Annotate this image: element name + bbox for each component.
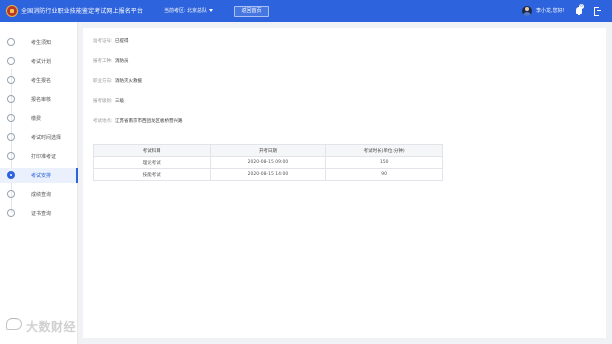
field-label: 报考级别:: [93, 99, 113, 104]
sidebar-item-review[interactable]: 报名审核: [0, 92, 78, 107]
sidebar: 考生须知 考试计划 考生报名 报名审核 缴费 考试时间选择 打印准考证 考试安排…: [0, 22, 78, 344]
top-bar: 全国消防行业职业技能鉴定考试网上报名平台 当前考区: 北京总队 返回首页 李小龙…: [0, 0, 612, 22]
column-header-duration: 考试时长(单位:分钟): [325, 144, 443, 157]
user-greeting[interactable]: 李小龙,您好!: [536, 7, 565, 14]
calendar-icon: [7, 57, 15, 65]
table-cell: 2020-08-15 09:00: [209, 156, 327, 169]
field-value: 消防灭火救援: [115, 79, 142, 84]
sidebar-item-certificate-query[interactable]: 证书查询: [0, 206, 78, 221]
sidebar-item-print-admission[interactable]: 打印准考证: [0, 149, 78, 164]
sidebar-item-label: 成绩查询: [31, 192, 52, 198]
field-value: 三级: [115, 99, 124, 104]
career-direction-row: 职业方向: 消防灭火救援: [93, 78, 142, 84]
table-header-row: 考试科目 开考日期 考试时长(单位:分钟): [93, 144, 443, 157]
avatar[interactable]: [522, 6, 532, 16]
sidebar-item-label: 考生须知: [31, 40, 52, 46]
app-title: 全国消防行业职业技能鉴定考试网上报名平台: [21, 8, 144, 15]
print-icon: [7, 152, 15, 160]
table-cell: 技能考试: [93, 168, 211, 181]
sidebar-item-label: 考试安排: [31, 173, 52, 179]
sidebar-item-label: 打印准考证: [31, 154, 57, 160]
sidebar-item-label: 证书查询: [31, 211, 52, 217]
sidebar-item-time-selection[interactable]: 考试时间选择: [0, 130, 78, 145]
payment-icon: [7, 114, 15, 122]
job-type-row: 报考工种: 消防员: [93, 58, 129, 64]
watermark-text: 大数财经: [26, 320, 77, 334]
main-panel: 准考证号: 已提得 报考工种: 消防员 职业方向: 消防灭火救援 报考级别: 三级 考试…: [83, 28, 606, 338]
sidebar-item-label: 考试计划: [31, 59, 52, 65]
sidebar-item-label: 考试时间选择: [31, 135, 62, 141]
sidebar-item-payment[interactable]: 缴费: [0, 111, 78, 126]
notification-badge: 0: [579, 4, 584, 9]
field-value: 江苏省南京市西团龙区板桥营兴路: [115, 119, 183, 124]
table-cell: 2020-08-15 14:00: [209, 168, 327, 181]
exam-level-row: 报考级别: 三级: [93, 98, 124, 104]
logout-icon[interactable]: [594, 7, 601, 16]
field-label: 职业方向:: [93, 79, 113, 84]
region-label: 当前考区:: [164, 8, 186, 14]
exam-location-row: 考试地点: 江苏省南京市西团龙区板桥营兴路: [93, 118, 183, 124]
table-row: 技能考试 2020-08-15 14:00 90: [93, 168, 443, 181]
score-icon: [7, 190, 15, 198]
sidebar-item-exam-plan[interactable]: 考试计划: [0, 54, 78, 69]
field-label: 准考证号:: [93, 39, 113, 44]
audit-icon: [7, 95, 15, 103]
field-label: 报考工种:: [93, 59, 113, 64]
sidebar-item-score-query[interactable]: 成绩查询: [0, 187, 78, 202]
field-value: 已提得: [115, 39, 129, 44]
sidebar-item-registration[interactable]: 考生报名: [0, 73, 78, 88]
column-header-start-date: 开考日期: [209, 144, 327, 157]
register-icon: [7, 76, 15, 84]
info-icon: [7, 38, 15, 46]
certificate-icon: [7, 209, 15, 217]
exam-schedule-table: 考试科目 开考日期 考试时长(单位:分钟) 理论考试 2020-08-15 09…: [93, 144, 443, 181]
table-cell: 150: [325, 156, 443, 169]
table-cell: 理论考试: [93, 156, 211, 169]
watermark-logo-icon: [6, 317, 22, 330]
schedule-icon: [7, 171, 15, 179]
sidebar-item-label: 缴费: [31, 116, 42, 122]
sidebar-item-exam-schedule[interactable]: 考试安排: [0, 168, 78, 183]
column-header-subject: 考试科目: [93, 144, 211, 157]
fire-emblem-logo: [6, 5, 18, 17]
home-button[interactable]: 返回首页: [234, 6, 269, 17]
region-selector[interactable]: 北京总队: [187, 7, 207, 14]
admission-number-row: 准考证号: 已提得: [93, 38, 129, 44]
table-row: 理论考试 2020-08-15 09:00 150: [93, 156, 443, 169]
sidebar-item-label: 考生报名: [31, 78, 52, 84]
clock-icon: [7, 133, 15, 141]
sidebar-item-label: 报名审核: [31, 97, 52, 103]
chevron-down-icon[interactable]: [209, 9, 213, 12]
field-label: 考试地点:: [93, 119, 113, 124]
table-cell: 90: [325, 168, 443, 181]
field-value: 消防员: [115, 59, 129, 64]
sidebar-item-exam-notice[interactable]: 考生须知: [0, 35, 78, 50]
